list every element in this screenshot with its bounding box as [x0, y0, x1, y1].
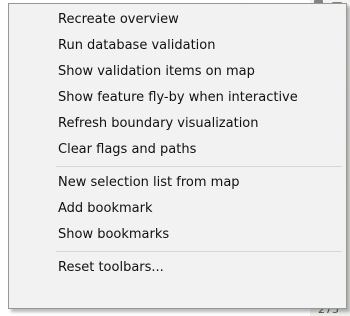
menu-item-new-selection-list[interactable]: New selection list from map	[11, 170, 344, 196]
menu-item-clear-flags[interactable]: Clear flags and paths	[11, 137, 344, 163]
context-menu: Recreate overview Run database validatio…	[8, 3, 347, 309]
menu-item-reset-toolbars[interactable]: Reset toolbars...	[11, 255, 344, 281]
menu-item-show-validation-items[interactable]: Show validation items on map	[11, 59, 344, 85]
menu-item-show-feature-fly-by[interactable]: Show feature fly-by when interactive	[11, 85, 344, 111]
menu-separator	[56, 166, 342, 167]
menu-item-recreate-overview[interactable]: Recreate overview	[11, 7, 344, 33]
menu-separator	[56, 251, 342, 252]
menu-item-run-database-validation[interactable]: Run database validation	[11, 33, 344, 59]
menu-item-show-bookmarks[interactable]: Show bookmarks	[11, 222, 344, 248]
menu-item-add-bookmark[interactable]: Add bookmark	[11, 196, 344, 222]
menu-item-refresh-boundary[interactable]: Refresh boundary visualization	[11, 111, 344, 137]
